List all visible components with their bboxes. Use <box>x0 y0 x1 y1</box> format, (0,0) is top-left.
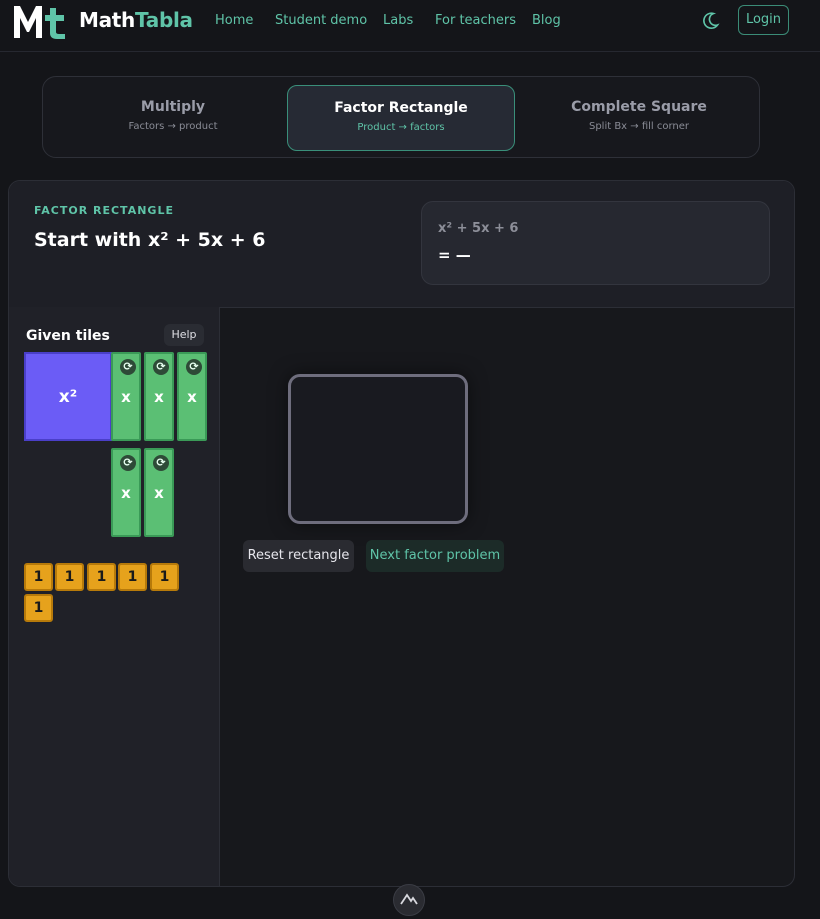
tab-subtitle: Split Bx → fill corner <box>588 121 690 132</box>
tab-title: Complete Square <box>571 99 707 115</box>
tab-subtitle: Factors → product <box>128 121 218 132</box>
tile-x-label: x <box>187 387 197 406</box>
tile-x[interactable]: ⟳ x <box>111 352 141 441</box>
login-button[interactable]: Login <box>738 5 789 35</box>
tile-x-label: x <box>121 483 131 502</box>
nav-link-blog[interactable]: Blog <box>532 13 561 28</box>
tab-factor-rectangle[interactable]: Factor Rectangle Product → factors <box>287 85 515 151</box>
tile-one[interactable]: 1 <box>87 563 116 591</box>
tab-complete-square[interactable]: Complete Square Split Bx → fill corner <box>525 85 753 151</box>
mode-tabs: Multiply Factors → product Factor Rectan… <box>42 76 760 158</box>
tile-x[interactable]: ⟳ x <box>144 448 174 537</box>
logo-icon[interactable] <box>12 2 70 40</box>
floating-widget-button[interactable] <box>393 884 425 916</box>
equation-result: = — <box>438 246 471 264</box>
help-button[interactable]: Help <box>164 324 204 346</box>
tile-one[interactable]: 1 <box>24 594 53 622</box>
tab-title: Factor Rectangle <box>334 100 468 116</box>
tile-x-squared[interactable]: x² <box>24 352 112 441</box>
top-nav: MathTabla Home Student demo Labs For tea… <box>0 0 820 52</box>
tile-one[interactable]: 1 <box>150 563 179 591</box>
rotate-icon[interactable]: ⟳ <box>153 359 169 375</box>
next-problem-button[interactable]: Next factor problem <box>366 540 504 572</box>
tile-one[interactable]: 1 <box>55 563 84 591</box>
brand-name[interactable]: MathTabla <box>79 8 193 32</box>
tab-multiply[interactable]: Multiply Factors → product <box>59 85 287 151</box>
equation-box: x² + 5x + 6 = — <box>421 201 770 285</box>
tiles-panel-title: Given tiles <box>26 328 110 344</box>
rotate-icon[interactable]: ⟳ <box>120 455 136 471</box>
tile-x-label: x <box>154 387 164 406</box>
nav-link-home[interactable]: Home <box>215 13 253 28</box>
brand-name-part1: Math <box>79 8 135 32</box>
tile-x[interactable]: ⟳ x <box>177 352 207 441</box>
nav-link-labs[interactable]: Labs <box>383 13 413 28</box>
card-header: FACTOR RECTANGLE Start with x² + 5x + 6 … <box>9 181 794 308</box>
tile-one[interactable]: 1 <box>24 563 53 591</box>
tile-one[interactable]: 1 <box>118 563 147 591</box>
rotate-icon[interactable]: ⟳ <box>186 359 202 375</box>
section-eyebrow: FACTOR RECTANGLE <box>34 204 174 217</box>
equation-expression: x² + 5x + 6 <box>438 221 519 236</box>
tab-subtitle: Product → factors <box>357 122 445 133</box>
nav-link-for-teachers[interactable]: For teachers <box>435 13 516 28</box>
tab-title: Multiply <box>140 99 206 115</box>
mountain-icon <box>400 893 418 905</box>
reset-rectangle-button[interactable]: Reset rectangle <box>243 540 354 572</box>
tile-x[interactable]: ⟳ x <box>144 352 174 441</box>
rectangle-dropzone[interactable] <box>288 374 468 524</box>
factor-card: FACTOR RECTANGLE Start with x² + 5x + 6 … <box>8 180 795 887</box>
nav-link-student-demo[interactable]: Student demo <box>275 13 367 28</box>
brand-name-part2: Tabla <box>135 8 193 32</box>
tile-x-label: x <box>121 387 131 406</box>
moon-icon[interactable] <box>700 11 720 31</box>
rotate-icon[interactable]: ⟳ <box>120 359 136 375</box>
tile-x-label: x <box>154 483 164 502</box>
tiles-panel: Given tiles Help x² ⟳ x ⟳ x ⟳ x ⟳ x ⟳ x … <box>9 307 220 886</box>
tile-x[interactable]: ⟳ x <box>111 448 141 537</box>
rotate-icon[interactable]: ⟳ <box>153 455 169 471</box>
problem-headline: Start with x² + 5x + 6 <box>34 229 266 251</box>
